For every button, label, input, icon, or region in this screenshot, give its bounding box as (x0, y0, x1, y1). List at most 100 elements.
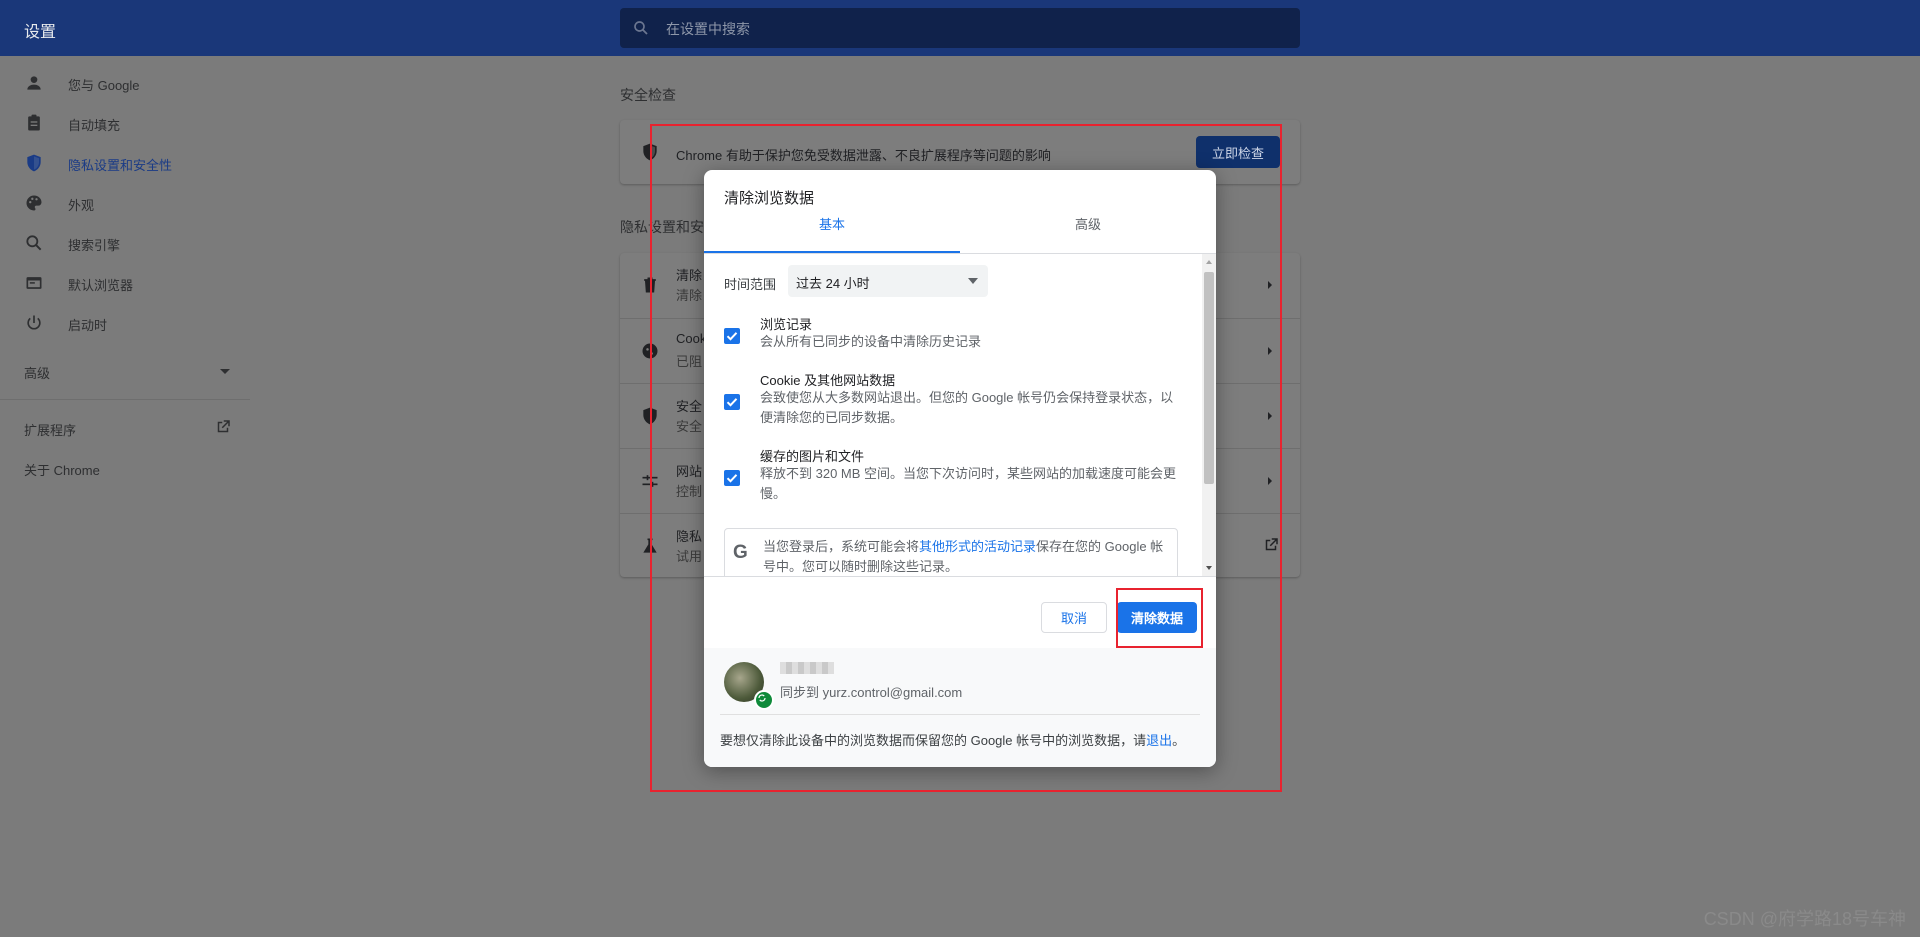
sidebar-about-chrome[interactable]: 关于 Chrome (24, 460, 100, 479)
checkmark-icon (726, 474, 738, 483)
arrow-right-icon (1268, 477, 1272, 485)
row-subtitle: 试用 (676, 549, 703, 564)
shield-icon (27, 154, 41, 172)
row-title: 安全 (676, 399, 703, 414)
cancel-button[interactable]: 取消 (1041, 602, 1107, 633)
sidebar-item-label: 启动时 (68, 318, 108, 333)
palette-icon (26, 195, 42, 211)
sidebar-item-label: 隐私设置和安全性 (68, 158, 173, 173)
flask-icon (643, 538, 657, 553)
option-title: 缓存的图片和文件 (760, 449, 865, 464)
watermark: CSDN @府学路18号车神 (1703, 909, 1906, 929)
clipboard-icon (28, 114, 40, 131)
option-description: 会从所有已同步的设备中清除历史记录 (760, 334, 982, 349)
sidebar-extensions-label: 扩展程序 (24, 423, 77, 438)
privacy-section-title: 隐私设置和安 (620, 219, 704, 235)
search-icon (26, 235, 42, 251)
shield-check-icon (643, 143, 657, 161)
checkmark-icon (726, 332, 738, 341)
row-title: 隐私 (676, 529, 703, 544)
safety-check-title: 安全检查 (620, 87, 676, 103)
sidebar-item-search-engine[interactable]: 搜索引擎 (0, 223, 250, 263)
row-subtitle: 清除 (676, 288, 703, 303)
clear-data-button[interactable]: 清除数据 (1117, 602, 1197, 633)
account-name-blurred (780, 662, 834, 674)
sign-out-note-suffix: 。 (1172, 733, 1186, 748)
tab-advanced[interactable]: 高级 (960, 208, 1216, 242)
search-icon (634, 21, 648, 35)
time-range-label: 时间范围 (724, 277, 777, 292)
cache-checkbox[interactable] (724, 470, 740, 486)
scroll-down-icon[interactable] (1205, 564, 1213, 572)
option-title: Cookie 及其他网站数据 (760, 373, 896, 388)
browser-icon (26, 277, 42, 289)
time-range-select[interactable]: 过去 24 小时 (788, 265, 988, 297)
account-section: 同步到 yurz.control@gmail.com 要想仅清除此设备中的浏览数… (704, 648, 1216, 767)
sync-icon (754, 690, 774, 710)
settings-search[interactable] (620, 8, 1300, 50)
account-sync-email: 同步到 yurz.control@gmail.com (780, 685, 963, 700)
sliders-icon (642, 475, 658, 487)
open-external-icon (1265, 538, 1278, 551)
other-activity-link[interactable]: 其他形式的活动记录 (919, 539, 1036, 554)
option-description: 释放不到 320 MB 空间。当您下次访问时，某些网站的加载速度可能会更慢。 (760, 466, 1177, 501)
row-subtitle: 安全 (676, 419, 703, 434)
sidebar-advanced-label: 高级 (24, 366, 51, 381)
dialog-scrollbar[interactable] (1202, 254, 1216, 576)
caret-down-icon (220, 369, 230, 374)
caret-down-icon (968, 278, 978, 284)
shield-icon (643, 407, 657, 425)
browsing-history-checkbox[interactable] (724, 328, 740, 344)
google-note-prefix: 当您登录后，系统可能会将 (763, 539, 920, 554)
clear-browsing-data-dialog: 清除浏览数据 基本 高级 时间范围 过去 24 小时 浏览记录 会从所有已同步的… (704, 170, 1216, 767)
row-title: 网站 (676, 464, 703, 479)
open-external-icon (217, 420, 230, 433)
google-note-text: 当您登录后，系统可能会将其他形式的活动记录保存在您的 Google 帐号中。您可… (763, 537, 1169, 576)
sidebar-item-default-browser[interactable]: 默认浏览器 (0, 263, 250, 303)
sidebar-item-label: 自动填充 (68, 118, 121, 133)
sidebar-item-label: 外观 (68, 198, 95, 213)
dialog-body: 时间范围 过去 24 小时 浏览记录 会从所有已同步的设备中清除历史记录 Coo… (704, 254, 1216, 576)
sidebar-item-autofill[interactable]: 自动填充 (0, 103, 250, 143)
google-activity-note: G 当您登录后，系统可能会将其他形式的活动记录保存在您的 Google 帐号中。… (724, 528, 1178, 576)
row-subtitle: 控制 (676, 484, 703, 499)
scrollbar-thumb[interactable] (1204, 272, 1214, 484)
sidebar-item-appearance[interactable]: 外观 (0, 183, 250, 223)
sidebar-item-label: 默认浏览器 (68, 278, 134, 293)
row-title: 清除 (676, 268, 703, 283)
tab-basic[interactable]: 基本 (704, 208, 960, 242)
scroll-up-icon[interactable] (1205, 258, 1213, 266)
dialog-footer-divider (704, 576, 1216, 577)
sidebar-advanced[interactable]: 高级 (24, 363, 230, 382)
arrow-right-icon (1268, 412, 1272, 420)
sidebar-item-you-and-google[interactable]: 您与 Google (0, 63, 250, 103)
arrow-right-icon (1268, 347, 1272, 355)
person-icon (27, 76, 41, 90)
sign-out-note: 要想仅清除此设备中的浏览数据而保留您的 Google 帐号中的浏览数据，请退出。 (720, 730, 1185, 749)
arrow-right-icon (1268, 281, 1272, 289)
settings-title: 设置 (24, 24, 57, 41)
cookies-checkbox[interactable] (724, 394, 740, 410)
sign-out-link[interactable]: 退出 (1146, 733, 1172, 748)
dialog-title: 清除浏览数据 (724, 190, 815, 207)
sidebar-extensions[interactable]: 扩展程序 (24, 420, 232, 439)
search-input[interactable] (664, 8, 1268, 50)
sidebar-item-label: 您与 Google (68, 78, 140, 93)
sidebar-item-privacy[interactable]: 隐私设置和安全性 (0, 143, 250, 183)
time-range-value: 过去 24 小时 (796, 276, 870, 291)
option-description: 会致使您从大多数网站退出。但您的 Google 帐号仍会保持登录状态，以便清除您… (760, 390, 1174, 425)
settings-header: 设置 (0, 0, 1920, 56)
google-g-icon: G (733, 542, 748, 563)
row-title: Cook (676, 331, 707, 346)
check-now-button[interactable]: 立即检查 (1196, 136, 1280, 168)
option-title: 浏览记录 (760, 317, 813, 332)
sign-out-note-prefix: 要想仅清除此设备中的浏览数据而保留您的 Google 帐号中的浏览数据，请 (720, 733, 1147, 748)
account-divider (720, 714, 1200, 715)
safety-check-description: Chrome 有助于保护您免受数据泄露、不良扩展程序等问题的影响 (676, 148, 1051, 163)
trash-icon (644, 277, 656, 293)
row-subtitle: 已阻 (676, 354, 703, 369)
cookie-icon (642, 343, 658, 359)
checkmark-icon (726, 398, 738, 407)
power-icon (27, 315, 41, 330)
sidebar-item-on-startup[interactable]: 启动时 (0, 303, 250, 343)
